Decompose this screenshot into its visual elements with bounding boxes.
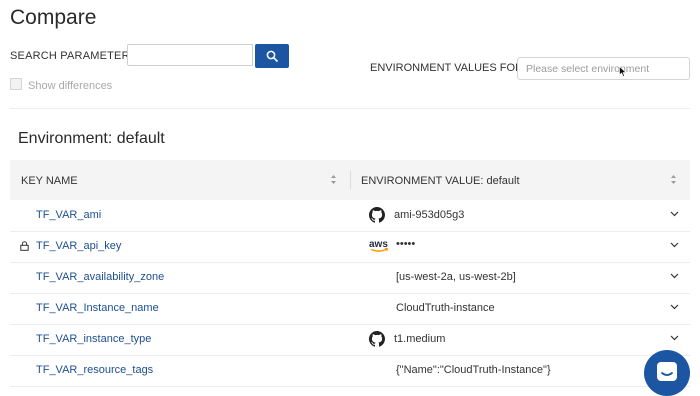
table-row[interactable]: TF_VAR_availability_zone [us-west-2a, us… [10, 262, 690, 294]
parameter-value: CloudTruth-instance [396, 302, 495, 314]
table-header: KEY NAME ENVIRONMENT VALUE: default [10, 160, 690, 200]
table-row[interactable]: TF_VAR_Instance_name CloudTruth-instance [10, 293, 690, 325]
table-row[interactable]: TF_VAR_instance_type t1.medium [10, 324, 690, 356]
column-divider [350, 170, 351, 190]
aws-icon: aws [369, 239, 389, 252]
parameter-key-link[interactable]: TF_VAR_instance_type [36, 333, 151, 345]
parameter-key-link[interactable]: TF_VAR_ami [36, 209, 101, 221]
parameter-key-link[interactable]: TF_VAR_availability_zone [36, 271, 164, 283]
parameter-value: ami-953d05g3 [394, 209, 465, 221]
parameter-value: t1.medium [394, 333, 446, 345]
chevron-down-icon[interactable] [670, 335, 679, 341]
show-differences-label: Show differences [28, 80, 113, 92]
github-icon [369, 207, 385, 223]
search-label-text: SEARCH PARAMETERS [10, 50, 138, 62]
parameter-key-link[interactable]: TF_VAR_Instance_name [36, 302, 159, 314]
parameter-key-link[interactable]: TF_VAR_resource_tags [36, 364, 153, 376]
search-input[interactable] [127, 44, 253, 66]
search-icon [266, 50, 278, 62]
chat-icon [657, 362, 677, 381]
github-icon [369, 331, 385, 347]
show-differences-toggle[interactable]: Show differences [10, 78, 112, 92]
chevron-down-icon[interactable] [670, 273, 679, 279]
sort-icon[interactable] [330, 174, 337, 185]
environment-heading: Environment: default [18, 130, 165, 147]
parameter-value: [us-west-2a, us-west-2b] [396, 271, 516, 283]
table-row[interactable]: TF_VAR_resource_tags {"Name":"CloudTruth… [10, 355, 690, 387]
masked-parameter-value: ••••• [396, 238, 416, 250]
search-button[interactable] [255, 44, 289, 68]
section-divider [10, 108, 690, 109]
mouse-cursor-icon [619, 66, 627, 77]
lock-icon [20, 241, 29, 251]
chevron-down-icon[interactable] [670, 242, 679, 248]
parameter-key-link[interactable]: TF_VAR_api_key [36, 240, 121, 252]
column-header-key-name[interactable]: KEY NAME [21, 175, 78, 187]
parameter-value: {"Name":"CloudTruth-Instance"} [396, 364, 551, 376]
chevron-down-icon[interactable] [670, 304, 679, 310]
chat-launcher-button[interactable] [644, 350, 690, 396]
show-differences-checkbox[interactable] [10, 78, 22, 90]
sort-icon[interactable] [670, 174, 677, 185]
table-row[interactable]: TF_VAR_api_key aws ••••• [10, 231, 690, 263]
chevron-down-icon[interactable] [670, 211, 679, 217]
search-parameters-label: SEARCH PARAMETERS: [10, 50, 143, 62]
environment-values-label: ENVIRONMENT VALUES FOR: [370, 62, 527, 74]
environment-select[interactable]: Please select environment [517, 57, 690, 80]
page-title: Compare [10, 6, 97, 29]
table-row[interactable]: TF_VAR_ami ami-953d05g3 [10, 200, 690, 232]
column-header-environment-value[interactable]: ENVIRONMENT VALUE: default [361, 175, 520, 187]
